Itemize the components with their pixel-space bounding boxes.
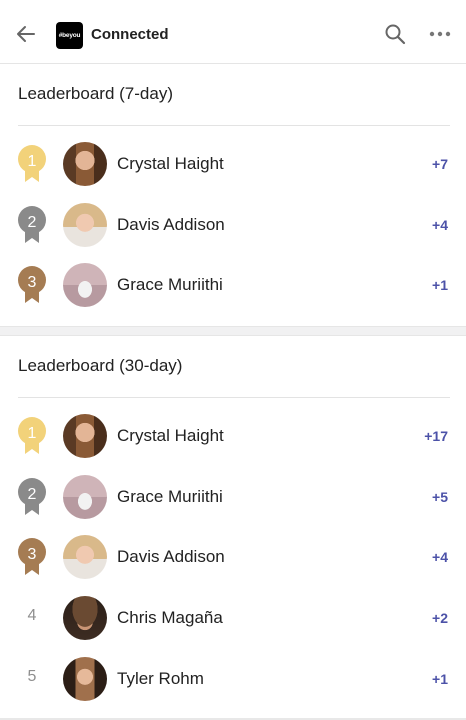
- rank-number: 4: [27, 607, 37, 625]
- rank-number: 1: [27, 425, 37, 442]
- search-icon[interactable]: [384, 23, 406, 45]
- avatar[interactable]: [63, 596, 107, 641]
- score: +5: [432, 488, 448, 505]
- member-name[interactable]: Davis Addison: [117, 215, 225, 235]
- leaderboard-row[interactable]: 1 Crystal Haight +7: [0, 134, 466, 195]
- member-name[interactable]: Crystal Haight: [117, 154, 224, 174]
- rank-number: 3: [27, 546, 37, 564]
- leaderboard-row[interactable]: 2 Grace Muriithi +5: [0, 467, 466, 528]
- leaderboard-row[interactable]: 3 Grace Muriithi +1: [0, 255, 466, 316]
- leaderboard-30-day: Leaderboard (30-day) 1 Crystal Haight +17 2…: [0, 336, 466, 720]
- rank-number: 1: [27, 153, 37, 170]
- avatar[interactable]: [63, 263, 107, 308]
- app-logo: #beyou: [56, 22, 83, 49]
- member-name[interactable]: Grace Muriithi: [117, 487, 223, 507]
- rank-number: 5: [27, 667, 37, 685]
- avatar[interactable]: [63, 142, 107, 186]
- score: +17: [424, 428, 448, 444]
- rank-number: 2: [27, 485, 37, 503]
- leaderboard-row[interactable]: 2 Davis Addison +4: [0, 195, 466, 256]
- section-title: Leaderboard (7-day): [18, 84, 173, 103]
- page-title: Connected: [91, 26, 169, 43]
- avatar[interactable]: [63, 656, 107, 701]
- member-name[interactable]: Crystal Haight: [117, 426, 224, 446]
- more-icon[interactable]: [428, 26, 452, 42]
- leaderboard-7-day: Leaderboard (7-day) 1 Crystal Haight +7 2 Da…: [0, 64, 466, 326]
- avatar[interactable]: [63, 414, 107, 458]
- section-title: Leaderboard (30-day): [18, 356, 183, 375]
- logo-text: #beyou: [58, 32, 81, 39]
- back-arrow-icon[interactable]: [14, 22, 38, 46]
- score: +4: [432, 216, 448, 233]
- leaderboard-row[interactable]: 4 Chris Magaña +2: [0, 588, 466, 649]
- score: +7: [432, 156, 448, 172]
- avatar[interactable]: [63, 535, 107, 580]
- member-name[interactable]: Grace Muriithi: [117, 275, 223, 295]
- section-divider: [18, 125, 450, 126]
- score: +2: [432, 610, 448, 627]
- avatar[interactable]: [63, 474, 107, 519]
- score: +1: [432, 670, 448, 687]
- section-separator: [0, 326, 466, 336]
- section-divider: [18, 397, 450, 398]
- rank-number: 2: [27, 213, 37, 231]
- leaderboard-row[interactable]: 3 Davis Addison +4: [0, 527, 466, 588]
- score: +4: [432, 549, 448, 566]
- avatar[interactable]: [63, 202, 107, 247]
- leaderboard-row[interactable]: 1 Crystal Haight +17: [0, 406, 466, 467]
- leaderboard-row[interactable]: 5 Tyler Rohm +1: [0, 649, 466, 710]
- member-name[interactable]: Chris Magaña: [117, 608, 223, 628]
- member-name[interactable]: Tyler Rohm: [117, 669, 204, 689]
- member-name[interactable]: Davis Addison: [117, 547, 225, 567]
- rank-number: 3: [27, 274, 37, 292]
- app-header: #beyou Connected: [0, 0, 466, 64]
- score: +1: [432, 277, 448, 294]
